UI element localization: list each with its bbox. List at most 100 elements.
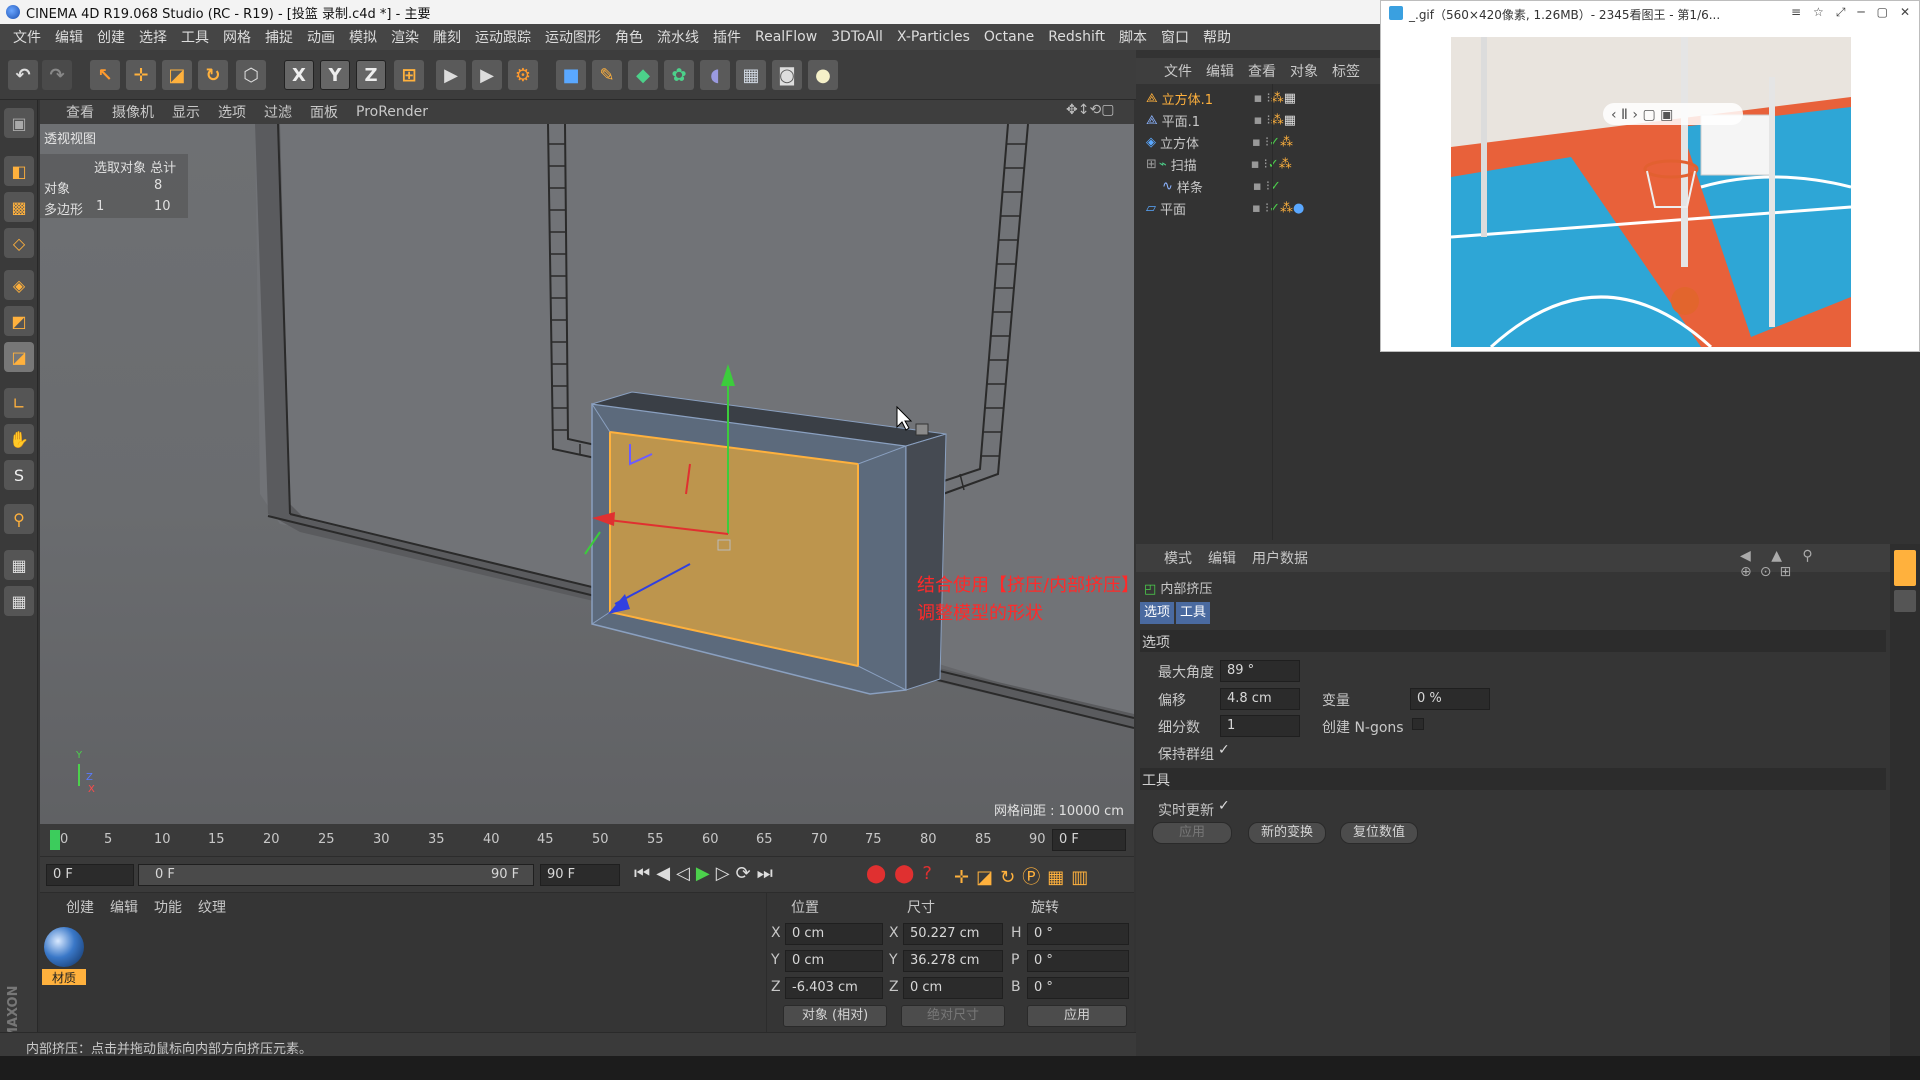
om-menu-file[interactable]: 文件 [1164,61,1192,81]
points-mode-icon[interactable]: ◈ [4,270,34,300]
viewport-navigation-icon[interactable]: ✥↕⟲▢ [1066,102,1114,118]
menu-realflow[interactable]: RealFlow [748,29,824,45]
timeline-window-icon[interactable]: ▥ [1071,867,1095,888]
viewport-menu-display[interactable]: 显示 [172,102,200,122]
cube-icon[interactable]: ■ [556,60,586,90]
object-row[interactable]: ∿ 样条 ▪ ⁝ ✓ [1146,176,1366,197]
menu-window[interactable]: 窗口 [1154,27,1196,47]
texture-mode-icon[interactable]: ▩ [4,192,34,222]
key-parameter-icon[interactable]: Ⓟ [1022,867,1047,888]
menu-x-particles[interactable]: X-Particles [890,29,977,45]
key-scale-icon[interactable]: ◪ [976,867,1000,888]
am-menu-user-data[interactable]: 用户数据 [1252,548,1308,568]
workplane-align-icon[interactable]: ▦ [4,586,34,616]
menu-file[interactable]: 文件 [6,27,48,47]
size-x-field[interactable]: 50.227 cm [903,923,1003,945]
key-rotation-icon[interactable]: ↻ [1000,867,1022,888]
material-menu-edit[interactable]: 编辑 [110,897,138,917]
attribute-nav-icons[interactable]: ◀ ▲ ⚲ ⊕⊙⊞ [1740,548,1890,580]
menu-snap[interactable]: 捕捉 [258,27,300,47]
object-row[interactable]: ⟁ 平面.1 ▪ ⁝ ⁂ ▦ [1146,110,1366,131]
z-axis-lock-button[interactable]: Z [356,60,386,90]
material-tag-icon[interactable]: ▦ [1284,113,1296,128]
camera-icon[interactable]: ◙ [772,60,802,90]
object-row[interactable]: ▱ 平面 ▪ ⁝ ✓ ⁂ ● [1146,198,1366,219]
reset-values-button[interactable]: 复位数值 [1340,822,1418,844]
menu-tools[interactable]: 工具 [174,27,216,47]
om-menu-edit[interactable]: 编辑 [1206,61,1234,81]
menu-plugins[interactable]: 插件 [706,27,748,47]
enabled-check-icon[interactable]: ✓ [1268,157,1279,172]
menu-3dtoall[interactable]: 3DToAll [824,29,890,45]
menu-pipeline[interactable]: 流水线 [650,27,706,47]
timeline-ruler[interactable]: 0 5 10 15 20 25 30 35 40 45 50 55 60 65 … [40,824,1134,856]
cloner-icon[interactable]: ✿ [664,60,694,90]
rotate-icon[interactable]: ↻ [198,60,228,90]
menu-render[interactable]: 渲染 [384,27,426,47]
attributes-side-tab[interactable] [1894,550,1916,586]
previous-frame-icon[interactable]: ◁ [676,863,696,884]
menu-simulate[interactable]: 模拟 [342,27,384,47]
play-icon[interactable]: ▶ [696,863,716,884]
viewport-menu-options[interactable]: 选项 [218,102,246,122]
render-settings-icon[interactable]: ⚙ [508,60,538,90]
phong-tag-icon[interactable]: ⁂ [1280,135,1293,150]
deformer-icon[interactable]: ◖ [700,60,730,90]
x-axis-lock-button[interactable]: X [284,60,314,90]
current-frame-field[interactable]: 0 F [1052,829,1126,851]
workplane-lock-icon[interactable]: ▦ [4,550,34,580]
tweak-mode-icon[interactable]: ✋ [4,424,34,454]
menu-sculpt[interactable]: 雕刻 [426,27,468,47]
axis-mode-icon[interactable]: ∟ [4,388,34,418]
phong-tag-icon[interactable]: ⁂ [1280,201,1293,216]
visibility-dots-icon[interactable]: ▪ ⁝ [1251,157,1268,172]
rot-h-field[interactable]: 0 ° [1027,923,1129,945]
render-view-icon[interactable]: ▶ [436,60,466,90]
floor-icon[interactable]: ▦ [736,60,766,90]
menu-motion-tracking[interactable]: 运动跟踪 [468,27,538,47]
viewport-menu-prorender[interactable]: ProRender [356,104,428,120]
preview-range-slider[interactable]: 0 F 90 F [138,864,534,886]
perspective-viewport[interactable]: 透视视图 选取对象 总计 对象 8 多边形 1 10 结合使用【挤压/内部挤压】… [40,124,1134,824]
menu-mesh[interactable]: 网格 [216,27,258,47]
move-icon[interactable]: ✛ [126,60,156,90]
menu-redshift[interactable]: Redshift [1041,29,1112,45]
rot-b-field[interactable]: 0 ° [1027,977,1129,999]
viewport-menu-filter[interactable]: 过滤 [264,102,292,122]
menu-character[interactable]: 角色 [608,27,650,47]
next-frame-icon[interactable]: ▷ [716,863,736,884]
visibility-dots-icon[interactable]: ▪ ⁝ [1253,179,1270,194]
om-menu-tags[interactable]: 标签 [1332,61,1360,81]
expand-icon[interactable]: ⊞ [1146,157,1157,172]
y-axis-lock-button[interactable]: Y [320,60,350,90]
key-pla-icon[interactable]: ▦ [1047,867,1071,888]
window-controls[interactable]: ≡☆⤢─▢✕ [1791,5,1920,20]
record-keys-icon[interactable]: ⬤ [866,863,894,884]
menu-script[interactable]: 脚本 [1112,27,1154,47]
solo-mode-icon[interactable]: S [4,460,34,490]
menu-animate[interactable]: 动画 [300,27,342,47]
go-to-end-icon[interactable]: ⏭ [757,863,779,884]
pos-x-field[interactable]: 0 cm [785,923,883,945]
edges-mode-icon[interactable]: ◩ [4,306,34,336]
object-row[interactable]: ⊞ ⌁ 扫描 ▪ ⁝ ✓ ⁂ [1146,154,1366,175]
redo-icon[interactable]: ↷ [42,60,72,90]
auto-key-icon[interactable]: ⬤ [894,863,922,884]
coordinate-mode-dropdown[interactable]: 对象 (相对) [783,1005,887,1027]
undo-icon[interactable]: ↶ [8,60,38,90]
polygons-mode-icon[interactable]: ◪ [4,342,34,372]
keyframe-selection-icon[interactable]: ? [922,863,940,884]
keep-groups-checkbox[interactable]: ✓ [1218,742,1230,758]
object-row[interactable]: ⟁ 立方体.1 ▪ ⁝ ⁂ ▦ [1146,88,1366,109]
size-y-field[interactable]: 36.278 cm [903,950,1003,972]
variance-field[interactable]: 0 % [1410,688,1490,710]
scale-icon[interactable]: ◪ [162,60,192,90]
visibility-dots-icon[interactable]: ▪ ⁝ [1252,201,1269,216]
object-row[interactable]: ◈ 立方体 ▪ ⁝ ✓ ⁂ [1146,132,1366,153]
material-slot[interactable]: 材质 [42,925,86,985]
light-icon[interactable]: ● [808,60,838,90]
viewport-menu-view[interactable]: 查看 [66,102,94,122]
snap-icon[interactable]: ⚲ [4,504,34,534]
max-time-field[interactable]: 90 F [540,864,620,886]
min-time-field[interactable]: 0 F [46,864,134,886]
